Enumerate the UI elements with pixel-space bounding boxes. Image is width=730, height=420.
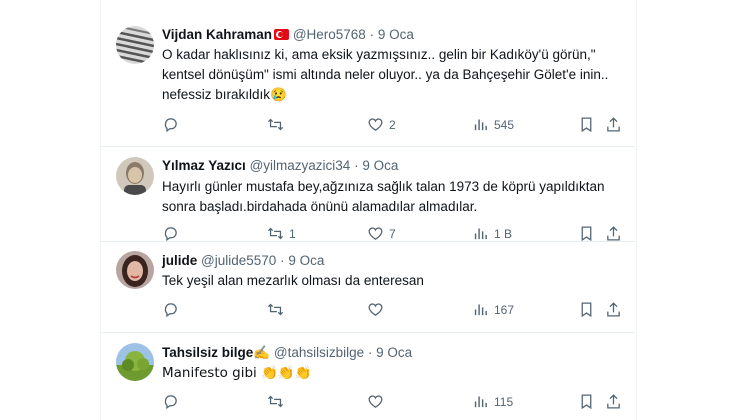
reply-button[interactable] xyxy=(162,225,179,242)
like-count: 2 xyxy=(389,117,396,132)
tweet-header: Yılmaz Yazıcı @yilmazyazici34 · 9 Oca xyxy=(162,158,398,173)
retweet-button[interactable]: 1 xyxy=(267,225,296,242)
tweet-4[interactable]: Tahsilsiz bilge✍️ @tahsilsizbilge · 9 Oc… xyxy=(100,333,635,420)
retweet-button[interactable] xyxy=(267,116,289,133)
retweet-count: 1 xyxy=(289,226,296,241)
views-button[interactable]: 167 xyxy=(472,301,514,318)
bookmark-button[interactable] xyxy=(578,116,595,133)
bookmark-icon xyxy=(581,394,592,410)
reply-button[interactable] xyxy=(162,116,179,133)
author-handle[interactable]: @Hero5768 xyxy=(293,27,366,42)
author-handle[interactable]: @julide5570 xyxy=(201,253,276,268)
bookmark-icon xyxy=(581,117,592,133)
avatar[interactable] xyxy=(116,251,154,289)
avatar[interactable] xyxy=(116,157,154,195)
tweet-date[interactable]: 9 Oca xyxy=(378,27,414,42)
views-icon xyxy=(474,119,487,131)
author-name[interactable]: Yılmaz Yazıcı xyxy=(162,158,246,173)
tweet-text: O kadar haklısınız ki, ama eksik yazmışs… xyxy=(162,47,609,102)
separator-dot: · xyxy=(354,158,359,173)
tweet-header: julide @julide5570 · 9 Oca xyxy=(162,253,324,268)
bookmark-icon xyxy=(581,226,592,242)
bookmark-button[interactable] xyxy=(578,301,595,318)
retweet-icon xyxy=(267,303,284,316)
share-button[interactable] xyxy=(605,116,622,133)
tweet-header: Tahsilsiz bilge✍️ @tahsilsizbilge · 9 Oc… xyxy=(162,345,412,361)
avatar[interactable] xyxy=(116,343,154,381)
tweet-date[interactable]: 9 Oca xyxy=(376,345,412,360)
views-button[interactable]: 115 xyxy=(472,393,513,410)
share-icon xyxy=(607,226,620,241)
views-count: 545 xyxy=(494,117,515,132)
share-button[interactable] xyxy=(605,393,622,410)
retweet-button[interactable] xyxy=(267,393,289,410)
tweet-date[interactable]: 9 Oca xyxy=(362,158,398,173)
author-name[interactable]: Vijdan Kahraman xyxy=(162,27,272,42)
share-button[interactable] xyxy=(605,301,622,318)
reply-icon xyxy=(164,303,177,318)
reply-icon xyxy=(164,395,177,410)
retweet-icon xyxy=(267,227,284,240)
tweet-text: Hayırlı günler mustafa bey,ağzınıza sağl… xyxy=(162,179,605,214)
share-icon xyxy=(607,302,620,317)
like-button[interactable] xyxy=(367,301,389,318)
action-bar: 167 xyxy=(162,301,622,321)
like-button[interactable] xyxy=(367,393,389,410)
share-button[interactable] xyxy=(605,225,622,242)
views-icon xyxy=(474,396,487,408)
views-count: 115 xyxy=(494,394,514,409)
retweet-button[interactable] xyxy=(267,301,289,318)
reply-button[interactable] xyxy=(162,393,179,410)
retweet-icon xyxy=(267,395,284,408)
author-handle[interactable]: @yilmazyazici34 xyxy=(250,158,351,173)
bookmark-icon xyxy=(581,302,592,318)
separator-dot: · xyxy=(280,253,285,268)
author-name[interactable]: julide xyxy=(162,253,197,268)
views-button[interactable]: 545 xyxy=(472,116,514,133)
heart-icon xyxy=(368,303,383,316)
separator-dot: · xyxy=(367,345,373,360)
tweet-1[interactable]: Vijdan Kahraman @Hero5768 · 9 Oca O kada… xyxy=(100,0,635,150)
tweet-3[interactable]: julide @julide5570 · 9 Oca Tek yeşil ala… xyxy=(100,242,635,332)
avatar[interactable] xyxy=(116,26,154,64)
turkey-flag-icon xyxy=(274,29,290,40)
reply-icon xyxy=(164,227,177,242)
author-name[interactable]: Tahsilsiz bilge✍️ xyxy=(162,345,270,360)
heart-icon xyxy=(368,118,383,131)
share-icon xyxy=(607,117,620,132)
reply-button[interactable] xyxy=(162,301,179,318)
reply-icon xyxy=(164,118,177,133)
like-button[interactable]: 2 xyxy=(367,116,396,133)
heart-icon xyxy=(368,227,383,240)
views-count: 167 xyxy=(494,302,515,317)
tweet-text: Manifesto gibi 👏👏👏 xyxy=(162,365,312,381)
share-icon xyxy=(607,394,620,409)
like-button[interactable]: 7 xyxy=(367,225,396,242)
action-bar: 115 xyxy=(162,393,622,413)
bookmark-button[interactable] xyxy=(578,393,595,410)
views-button[interactable]: 1 B xyxy=(472,225,512,242)
views-count: 1 B xyxy=(494,226,513,241)
heart-icon xyxy=(368,395,383,408)
bookmark-button[interactable] xyxy=(578,225,595,242)
author-handle[interactable]: @tahsilsizbilge xyxy=(274,345,364,360)
tweet-header: Vijdan Kahraman @Hero5768 · 9 Oca xyxy=(162,27,414,42)
views-icon xyxy=(474,228,487,240)
like-count: 7 xyxy=(389,226,396,241)
tweet-text: Tek yeşil alan mezarlık olması da entere… xyxy=(162,273,424,288)
tweet-date[interactable]: 9 Oca xyxy=(288,253,324,268)
action-bar: 2 545 xyxy=(162,116,622,136)
separator-dot: · xyxy=(369,27,375,42)
retweet-icon xyxy=(267,118,284,131)
views-icon xyxy=(474,304,487,316)
tweet-2[interactable]: Yılmaz Yazıcı @yilmazyazici34 · 9 Oca Ha… xyxy=(100,147,635,242)
